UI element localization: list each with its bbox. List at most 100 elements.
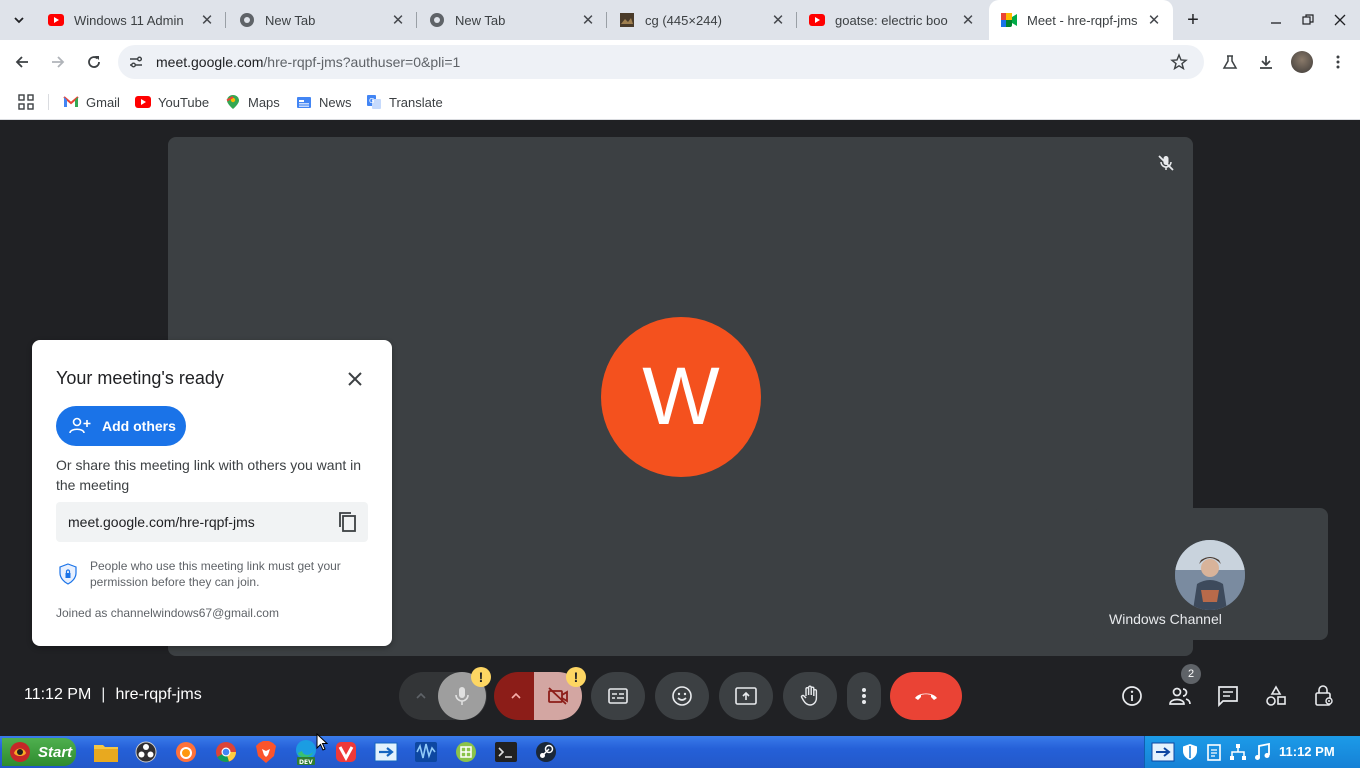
add-others-button[interactable]: Add others [56,406,186,446]
bookmark-maps[interactable]: Maps [225,92,280,112]
bookmark-youtube[interactable]: YouTube [135,92,209,112]
downloads-button[interactable] [1252,48,1280,76]
shield-icon [1183,744,1197,760]
tab-meet[interactable]: Meet - hre-rqpf-jms ✕ [989,0,1173,40]
captions-button[interactable] [591,672,645,720]
tab-title: Meet - hre-rqpf-jms [1027,12,1138,28]
profile-avatar[interactable] [1288,48,1316,76]
new-tab-button[interactable]: + [1182,9,1204,31]
taskbar-firefox[interactable] [172,739,200,765]
browser-menu-button[interactable] [1324,48,1352,76]
taskbar-vivaldi[interactable] [332,739,360,765]
taskbar-audio-editor[interactable] [412,739,440,765]
close-tab-icon[interactable]: ✕ [1145,11,1163,29]
tray-network-icon[interactable] [1229,743,1247,761]
restore-icon [1302,14,1314,25]
host-controls-button[interactable] [1304,676,1344,716]
shapes-icon [1266,685,1286,706]
taskbar-steam[interactable] [532,739,560,765]
transfer-icon [374,742,398,762]
tab-title: goatse: electric boo [835,12,948,28]
labs-button[interactable] [1216,48,1244,76]
camera-warning-badge: ! [566,667,586,687]
bookmark-label: News [319,94,352,110]
close-tab-icon[interactable]: ✕ [389,11,407,29]
tab-cg-image[interactable]: cg (445×244) ✕ [607,0,797,40]
camera-off-icon [548,687,568,705]
tray-app-icon[interactable] [1151,741,1175,763]
video-settings-button[interactable] [494,672,538,720]
meeting-ready-dialog: Your meeting's ready Add others Or share… [32,340,392,646]
chrome-icon [216,742,236,762]
close-window-button[interactable] [1330,10,1350,30]
restore-button[interactable] [1298,10,1318,30]
reactions-button[interactable] [655,672,709,720]
taskbar-terminal[interactable] [492,739,520,765]
taskbar-spreadsheet[interactable] [452,739,480,765]
taskbar-brave[interactable] [252,739,280,765]
meeting-details-button[interactable] [1112,676,1152,716]
forward-button[interactable] [44,48,72,76]
bookmark-gmail[interactable]: Gmail [63,92,120,112]
close-tab-icon[interactable]: ✕ [198,11,216,29]
clipboard-icon [1207,744,1221,761]
news-icon [296,94,312,110]
present-screen-icon [735,687,757,705]
youtube-icon [48,12,64,28]
end-call-icon [915,693,937,700]
meeting-time: 11:12 PM [24,686,92,703]
tab-goatse[interactable]: goatse: electric boo ✕ [797,0,987,40]
download-icon [1260,56,1272,69]
more-options-button[interactable] [847,672,881,720]
close-tab-icon[interactable]: ✕ [769,11,787,29]
tray-volume-icon[interactable] [1253,743,1271,761]
reload-button[interactable] [80,48,108,76]
self-avatar [1175,540,1245,610]
tab-search-button[interactable] [8,9,30,31]
bookmark-label: Maps [248,94,280,110]
apps-button[interactable] [18,92,34,112]
taskbar-obs[interactable] [132,739,160,765]
taskbar-chrome[interactable] [212,739,240,765]
taskbar-file-manager[interactable] [92,739,120,765]
bookmark-label: YouTube [158,94,210,110]
back-button[interactable] [8,48,36,76]
chevron-up-icon [416,692,426,699]
tray-security-icon[interactable] [1181,743,1199,761]
people-count-badge: 2 [1181,664,1201,684]
close-tab-icon[interactable]: ✕ [579,11,597,29]
bookmarks-divider [48,94,49,110]
present-screen-button[interactable] [719,672,773,720]
audio-settings-button[interactable] [407,684,435,708]
activities-button[interactable] [1256,676,1296,716]
dialog-close-button[interactable] [342,366,368,392]
bookmark-news[interactable]: News [296,92,352,112]
minimize-button[interactable] [1266,10,1286,30]
lock-person-icon [1315,685,1333,706]
start-label: Start [38,743,73,761]
person-add-icon [69,417,91,434]
taskbar-app-arrow[interactable] [372,739,400,765]
bookmark-translate[interactable]: G Translate [366,92,443,112]
mouse-cursor [316,733,328,751]
tray-clipboard-icon[interactable] [1205,743,1223,761]
chat-button[interactable] [1208,676,1248,716]
start-button[interactable]: Start [2,738,76,766]
meeting-link-text[interactable]: meet.google.com/hre-rqpf-jms [68,514,255,530]
more-vert-icon [862,688,866,704]
site-info-icon[interactable] [128,54,144,70]
close-tab-icon[interactable]: ✕ [959,11,977,29]
permission-note: People who use this meeting link must ge… [90,559,341,589]
address-bar[interactable]: meet.google.com/hre-rqpf-jms?authuser=0&… [118,45,1204,79]
bookmark-star-icon[interactable] [1170,53,1188,71]
tab-new-tab-1[interactable]: New Tab ✕ [227,0,417,40]
copy-icon [339,512,356,532]
leave-call-button[interactable] [890,672,962,720]
shield-icon [58,563,78,585]
tab-windows-11-admin[interactable]: Windows 11 Admin ✕ [36,0,226,40]
raise-hand-button[interactable] [783,672,837,720]
taskbar-clock[interactable]: 11:12 PM [1279,744,1335,759]
windows-logo-icon [10,742,30,762]
tab-new-tab-2[interactable]: New Tab ✕ [417,0,607,40]
copy-link-button[interactable] [336,510,360,534]
